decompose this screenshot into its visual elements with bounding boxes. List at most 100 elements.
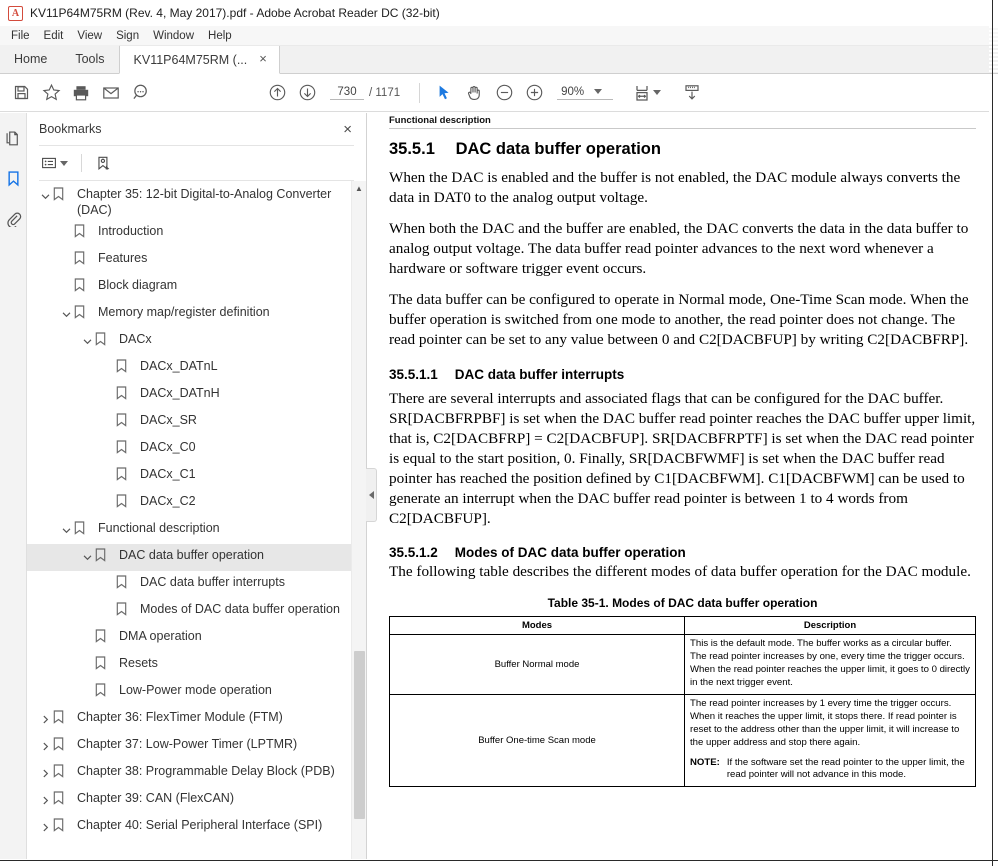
bookmarks-icon[interactable] (1, 165, 25, 191)
chevron-right-icon[interactable] (37, 791, 53, 809)
tab-document[interactable]: KV11P64M75RM (... × (118, 46, 280, 74)
navigation-rail (0, 113, 27, 866)
bookmark-item[interactable]: Memory map/register definition (27, 301, 366, 328)
document-viewport[interactable]: Functional description 35.5.1 DAC data b… (367, 113, 998, 866)
select-tool-icon[interactable] (429, 78, 459, 108)
search-icon[interactable] (126, 78, 156, 108)
bookmark-icon (95, 656, 113, 674)
chevron-right-icon[interactable] (37, 764, 53, 782)
bookmark-item[interactable]: Features (27, 247, 366, 274)
bookmark-label: DAC data buffer operation (119, 548, 265, 562)
table-cell-mode: Buffer Normal mode (389, 634, 685, 695)
close-icon[interactable]: × (253, 52, 269, 67)
bookmark-item[interactable]: DAC data buffer interrupts (27, 571, 366, 598)
bookmark-item[interactable]: Low-Power mode operation (27, 679, 366, 706)
chevron-down-icon[interactable] (79, 332, 95, 350)
menu-help[interactable]: Help (201, 28, 239, 44)
table-note: NOTE: If the software set the read point… (690, 757, 970, 783)
bookmarks-panel-toolbar (27, 146, 366, 180)
bookmark-item[interactable]: DACx_DATnL (27, 355, 366, 382)
chevron-down-icon[interactable] (594, 89, 603, 94)
page-number-input[interactable]: 730 (330, 86, 364, 100)
close-icon[interactable]: × (339, 120, 356, 139)
scroll-mode-icon[interactable] (677, 78, 707, 108)
bookmark-item[interactable]: DMA operation (27, 625, 366, 652)
print-icon[interactable] (66, 78, 96, 108)
bookmark-item[interactable]: Chapter 35: 12-bit Digital-to-Analog Con… (27, 183, 366, 220)
bookmark-label: Chapter 39: CAN (FlexCAN) (77, 791, 234, 805)
collapse-panel-handle[interactable] (366, 468, 377, 522)
bookmark-label: Chapter 35: 12-bit Digital-to-Analog Con… (77, 187, 332, 217)
bookmark-item[interactable]: DACx_DATnH (27, 382, 366, 409)
subsection-2-heading: 35.5.1.2 Modes of DAC data buffer operat… (389, 545, 976, 560)
email-icon[interactable] (96, 78, 126, 108)
tab-tools[interactable]: Tools (61, 45, 119, 73)
bookmark-item[interactable]: Block diagram (27, 274, 366, 301)
bookmark-item[interactable]: Modes of DAC data buffer operation (27, 598, 366, 625)
menu-edit[interactable]: Edit (37, 28, 71, 44)
chevron-down-icon-fit[interactable] (653, 90, 662, 95)
bookmark-icon (116, 467, 134, 485)
bookmarks-tree-container[interactable]: Chapter 35: 12-bit Digital-to-Analog Con… (27, 181, 366, 866)
chevron-right-icon[interactable] (37, 737, 53, 755)
menu-view[interactable]: View (70, 28, 109, 44)
bookmark-item[interactable]: DACx_C0 (27, 436, 366, 463)
bookmark-item[interactable]: DACx_SR (27, 409, 366, 436)
star-icon[interactable] (36, 78, 66, 108)
bookmark-item[interactable]: DACx_C2 (27, 490, 366, 517)
bookmark-options-icon[interactable] (39, 153, 70, 173)
attachments-icon[interactable] (1, 205, 25, 231)
zoom-level-select[interactable]: 90% (557, 86, 614, 100)
bookmark-label: DACx_C2 (140, 494, 196, 508)
menu-window[interactable]: Window (146, 28, 201, 44)
subsection-2-number: 35.5.1.2 (389, 544, 438, 560)
section-heading: 35.5.1 DAC data buffer operation (389, 140, 976, 159)
table-row: Buffer Normal mode This is the default m… (389, 634, 976, 695)
chevron-right-icon[interactable] (37, 818, 53, 836)
subsection-2-title: Modes of DAC data buffer operation (454, 544, 686, 560)
bookmark-item[interactable]: DAC data buffer operation (27, 544, 366, 571)
save-icon[interactable] (6, 78, 36, 108)
bookmark-label: Resets (119, 656, 158, 670)
chevron-down-icon[interactable] (58, 521, 74, 539)
scroll-up-arrow-icon[interactable]: ▲ (352, 181, 366, 195)
tab-document-label: KV11P64M75RM (... (133, 52, 248, 67)
sidebar-scrollbar[interactable]: ▲ (351, 181, 366, 866)
screenshot-border-bottom (0, 859, 998, 861)
scrollbar-thumb[interactable] (354, 651, 365, 819)
subsection-1-paragraph: There are several interrupts and associa… (389, 389, 976, 527)
paragraph-3: The data buffer can be configured to ope… (389, 291, 969, 349)
page-thumbnails-icon[interactable] (1, 125, 25, 151)
menu-sign[interactable]: Sign (109, 28, 146, 44)
bookmark-item[interactable]: Introduction (27, 220, 366, 247)
pdf-document-icon: A (8, 5, 23, 21)
chevron-right-icon[interactable] (37, 710, 53, 728)
new-bookmark-icon[interactable] (93, 153, 114, 174)
bookmark-item[interactable]: Chapter 40: Serial Peripheral Interface … (27, 814, 366, 841)
bookmark-item[interactable]: Chapter 39: CAN (FlexCAN) (27, 787, 366, 814)
bookmark-icon (53, 710, 71, 728)
bookmark-item[interactable]: DACx (27, 328, 366, 355)
hand-tool-icon[interactable] (459, 78, 489, 108)
next-page-icon[interactable] (292, 78, 322, 108)
bookmark-item[interactable]: DACx_C1 (27, 463, 366, 490)
section-title: DAC data buffer operation (455, 140, 661, 158)
bookmark-label: DACx_C0 (140, 440, 196, 454)
zoom-out-icon[interactable] (489, 78, 519, 108)
bookmark-item[interactable]: Chapter 37: Low-Power Timer (LPTMR) (27, 733, 366, 760)
chevron-down-icon[interactable] (60, 160, 68, 166)
tab-home[interactable]: Home (0, 45, 62, 73)
chevron-down-icon[interactable] (58, 305, 74, 323)
chevron-down-icon[interactable] (37, 187, 53, 205)
zoom-in-icon[interactable] (519, 78, 549, 108)
chevron-down-icon[interactable] (79, 548, 95, 566)
bookmark-item[interactable]: Resets (27, 652, 366, 679)
previous-page-icon[interactable] (262, 78, 292, 108)
menu-file[interactable]: File (4, 28, 37, 44)
pdf-page: Functional description 35.5.1 DAC data b… (379, 113, 986, 866)
subsection-2-paragraph: The following table describes the differ… (389, 562, 971, 580)
subsection-1-heading: 35.5.1.1 DAC data buffer interrupts (389, 367, 976, 382)
bookmark-item[interactable]: Functional description (27, 517, 366, 544)
bookmark-item[interactable]: Chapter 38: Programmable Delay Block (PD… (27, 760, 366, 787)
bookmark-item[interactable]: Chapter 36: FlexTimer Module (FTM) (27, 706, 366, 733)
